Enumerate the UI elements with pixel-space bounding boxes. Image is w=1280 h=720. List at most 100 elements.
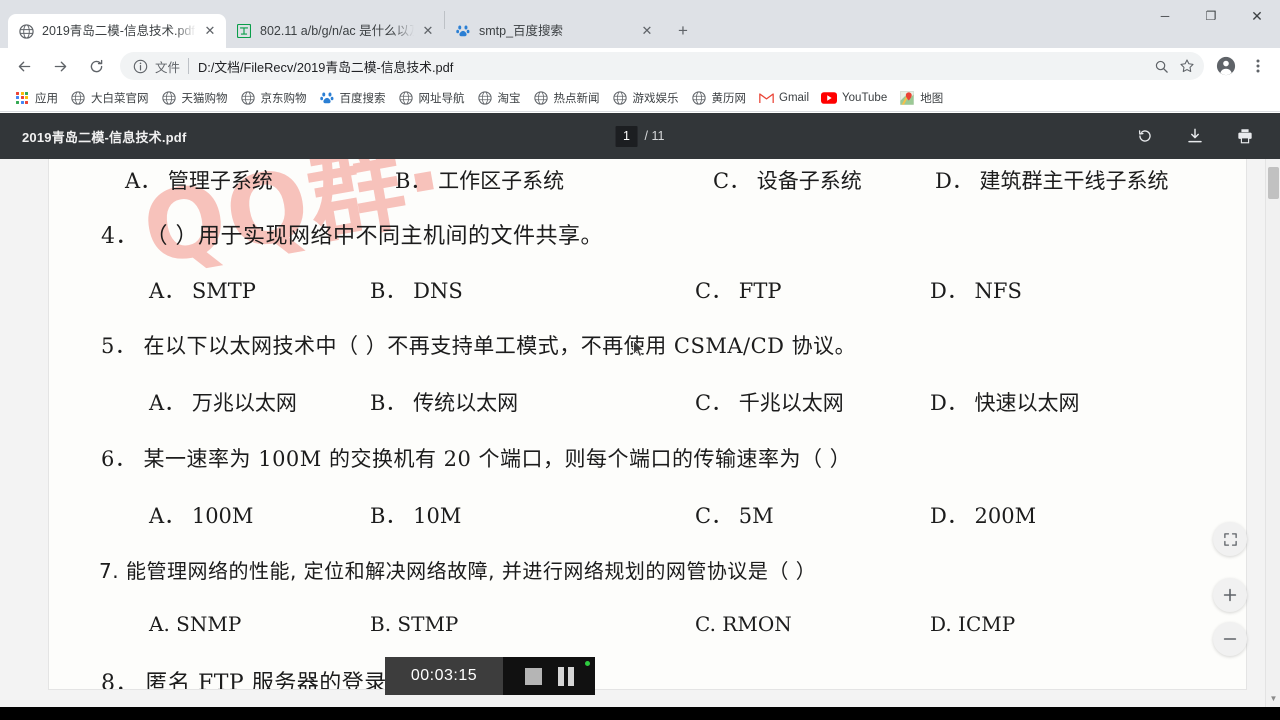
bookmark-web-nav[interactable]: 网址导航 bbox=[392, 87, 471, 109]
zoom-in-button[interactable] bbox=[1213, 578, 1247, 612]
bookmark-huangli[interactable]: 黄历网 bbox=[685, 87, 753, 109]
option-c: C． FTP bbox=[695, 279, 782, 303]
tab-title: smtp_百度搜索 bbox=[479, 24, 564, 38]
stop-recording-button[interactable] bbox=[524, 667, 542, 685]
rotate-icon[interactable] bbox=[1134, 125, 1156, 147]
globe-icon bbox=[691, 90, 707, 106]
bookmark-label: 热点新闻 bbox=[553, 92, 600, 105]
bookmark-label: 黄历网 bbox=[711, 92, 747, 105]
option-d: D． NFS bbox=[930, 279, 1022, 303]
print-icon[interactable] bbox=[1234, 125, 1256, 147]
bookmark-dabaicai[interactable]: 大白菜官网 bbox=[64, 87, 155, 109]
pause-recording-button[interactable] bbox=[557, 666, 574, 686]
close-window-button[interactable]: ✕ bbox=[1234, 0, 1280, 32]
globe-icon bbox=[612, 90, 628, 106]
fit-to-page-button[interactable] bbox=[1213, 522, 1247, 556]
option-a: A. SNMP bbox=[149, 612, 242, 636]
option-b: B． 10M bbox=[370, 504, 462, 528]
minus-icon[interactable] bbox=[1213, 622, 1247, 656]
globe-icon bbox=[398, 90, 414, 106]
bookmark-taobao[interactable]: 淘宝 bbox=[471, 87, 527, 109]
globe-icon bbox=[70, 90, 86, 106]
question-7-text: 7. 能管理网络的性能, 定位和解决网络故障, 并进行网络规划的网管协议是（ ） bbox=[99, 559, 817, 583]
screen-recorder-overlay: 00:03:15 bbox=[385, 657, 595, 695]
tab-title: 2019青岛二模-信息技术.pdf bbox=[42, 24, 195, 38]
question-5-text: 5． 在以下以太网技术中（ ）不再支持单工模式，不再使用 CSMA/CD 协议。 bbox=[101, 334, 857, 358]
profile-avatar[interactable] bbox=[1212, 52, 1240, 80]
question-4-text: 4． （ ）用于实现网络中不同主机间的文件共享。 bbox=[101, 224, 603, 249]
pdf-globe-icon bbox=[18, 23, 34, 39]
forward-button[interactable] bbox=[46, 52, 74, 80]
question-6-text: 6． 某一速率为 100M 的交换机有 20 个端口，则每个端口的传输速率为（ … bbox=[101, 447, 852, 471]
tab-802-11-article[interactable]: 802.11 a/b/g/n/ac 是什么以及它 ✕ bbox=[226, 14, 444, 48]
scrollbar-thumb[interactable] bbox=[1268, 167, 1279, 199]
bookmark-jd[interactable]: 京东购物 bbox=[234, 87, 313, 109]
minimize-button[interactable]: ─ bbox=[1142, 0, 1188, 32]
youtube-icon bbox=[821, 90, 838, 106]
fit-icon[interactable] bbox=[1213, 522, 1247, 556]
recording-controls bbox=[503, 657, 595, 695]
option-d: D． 快速以太网 bbox=[930, 391, 1080, 415]
bookmark-star-icon[interactable] bbox=[1174, 53, 1200, 79]
globe-icon bbox=[240, 90, 256, 106]
option-a: A． SMTP bbox=[149, 279, 256, 303]
zhihu-icon bbox=[236, 23, 252, 39]
tab-strip: 2019青岛二模-信息技术.pdf ✕ 802.11 a/b/g/n/ac 是什… bbox=[0, 0, 1280, 48]
bookmark-label: 地图 bbox=[920, 92, 944, 105]
pdf-page-indicator: 1 / 11 bbox=[615, 125, 664, 147]
window-controls: ─ ❐ ✕ bbox=[1142, 0, 1280, 32]
scroll-down-arrow[interactable]: ▼ bbox=[1266, 691, 1280, 705]
option-b: B． DNS bbox=[370, 279, 463, 303]
recording-status-dot bbox=[585, 661, 590, 666]
bookmark-apps[interactable]: 应用 bbox=[8, 87, 64, 109]
bookmark-label: Gmail bbox=[779, 91, 810, 104]
bookmark-tmall[interactable]: 天猫购物 bbox=[155, 87, 234, 109]
tab-pdf-document[interactable]: 2019青岛二模-信息技术.pdf ✕ bbox=[8, 14, 226, 48]
page-number-input[interactable]: 1 bbox=[615, 125, 638, 147]
bookmark-youtube[interactable]: YouTube bbox=[815, 87, 893, 109]
reload-button[interactable] bbox=[82, 52, 110, 80]
globe-icon bbox=[477, 90, 493, 106]
close-icon[interactable]: ✕ bbox=[639, 23, 655, 39]
bookmark-hot-news[interactable]: 热点新闻 bbox=[527, 87, 606, 109]
pdf-page-container[interactable]: QQ群· A． 管理子系统 B． 工作区子系统 C． 设备子系统 D． 建筑群主… bbox=[0, 159, 1280, 707]
browser-menu-button[interactable] bbox=[1244, 52, 1272, 80]
gmail-icon bbox=[758, 90, 774, 106]
tab-smtp-baidu-search[interactable]: smtp_百度搜索 ✕ bbox=[445, 14, 663, 48]
option-b: B． 工作区子系统 bbox=[395, 169, 565, 193]
option-a: A． 100M bbox=[149, 504, 254, 528]
search-icon[interactable] bbox=[1148, 53, 1174, 79]
option-a: A． 万兆以太网 bbox=[149, 391, 297, 415]
option-c: C. RMON bbox=[695, 612, 792, 636]
page-info-icon[interactable] bbox=[132, 58, 148, 74]
bookmark-games[interactable]: 游戏娱乐 bbox=[606, 87, 685, 109]
browser-window: 2019青岛二模-信息技术.pdf ✕ 802.11 a/b/g/n/ac 是什… bbox=[0, 0, 1280, 720]
browser-toolbar: 文件 D:/文档/FileRecv/2019青岛二模-信息技术.pdf bbox=[0, 48, 1280, 84]
bookmark-label: 游戏娱乐 bbox=[632, 92, 679, 105]
vertical-scrollbar[interactable]: ▼ bbox=[1265, 159, 1280, 707]
plus-icon[interactable] bbox=[1213, 578, 1247, 612]
pdf-document-title: 2019青岛二模-信息技术.pdf bbox=[22, 129, 187, 145]
bookmark-maps[interactable]: 地图 bbox=[893, 87, 949, 109]
download-icon[interactable] bbox=[1184, 125, 1206, 147]
bookmark-baidu-search[interactable]: 百度搜索 bbox=[313, 87, 392, 109]
new-tab-button[interactable]: + bbox=[669, 17, 697, 45]
baidu-icon bbox=[455, 23, 471, 39]
option-a: A． 管理子系统 bbox=[125, 169, 273, 193]
bookmark-gmail[interactable]: Gmail bbox=[752, 87, 815, 109]
option-d: D. ICMP bbox=[930, 612, 1016, 636]
maximize-button[interactable]: ❐ bbox=[1188, 0, 1234, 32]
globe-icon bbox=[161, 90, 177, 106]
address-bar[interactable]: 文件 D:/文档/FileRecv/2019青岛二模-信息技术.pdf bbox=[120, 52, 1204, 80]
close-icon[interactable]: ✕ bbox=[420, 23, 436, 39]
bookmark-label: 大白菜官网 bbox=[91, 92, 149, 105]
zoom-out-button[interactable] bbox=[1213, 622, 1247, 656]
tab-list: 2019青岛二模-信息技术.pdf ✕ 802.11 a/b/g/n/ac 是什… bbox=[0, 0, 697, 48]
bookmarks-bar: 应用 大白菜官网 天猫购物 京东购物 百度搜索 网址导航 淘宝 热点新闻 游戏娱… bbox=[0, 84, 1280, 112]
bookmark-label: 应用 bbox=[35, 92, 58, 105]
omnibox-divider bbox=[188, 58, 190, 74]
option-c: C． 5M bbox=[695, 504, 774, 528]
option-b: B. STMP bbox=[370, 612, 459, 636]
back-button[interactable] bbox=[10, 52, 38, 80]
close-icon[interactable]: ✕ bbox=[202, 23, 218, 39]
